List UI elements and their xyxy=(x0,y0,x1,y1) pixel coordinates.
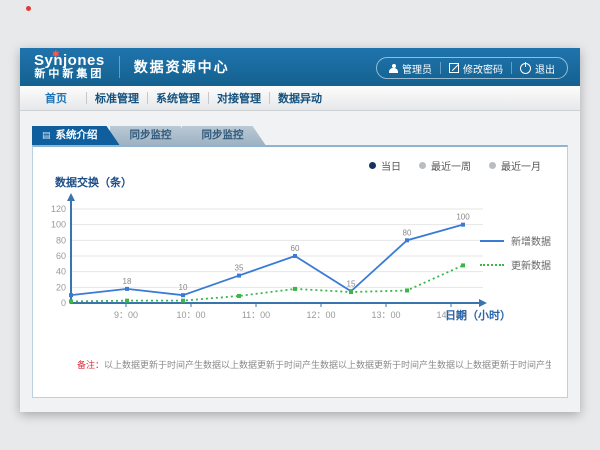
main-nav: 首页 标准管理 系统管理 对接管理 数据异动 xyxy=(20,86,580,111)
edit-icon xyxy=(449,63,459,73)
chart-panel: 当日 最近一周 最近一月 数据交换（条） 0 20 40 60 80 100 120 9：00… xyxy=(32,145,568,398)
svg-text:60: 60 xyxy=(291,244,300,253)
radio-selected-icon xyxy=(369,162,376,169)
dotted-line-icon xyxy=(480,264,504,266)
line-chart: 0 20 40 60 80 100 120 9：00 10：00 11：00 12：00 13：00 1… xyxy=(33,191,513,331)
footnote: 备注：以上数据更新于时间产生数据以上数据更新于时间产生数据以上数据更新于时间产生… xyxy=(77,359,551,371)
chart-legend: 新增数据 更新数据 xyxy=(480,233,551,281)
header-divider xyxy=(119,56,120,78)
user-name: 管理员 xyxy=(402,61,432,76)
filter-label: 最近一周 xyxy=(431,158,471,173)
filter-label: 当日 xyxy=(381,158,401,173)
legend-label: 更新数据 xyxy=(511,257,551,272)
app-header: ✱ Synjones 新中新集团 数据资源中心 管理员 修改密码 xyxy=(20,48,580,86)
svg-text:0: 0 xyxy=(61,298,66,308)
logo[interactable]: ✱ Synjones 新中新集团 xyxy=(30,54,105,80)
logo-star-icon: ✱ xyxy=(52,50,60,59)
svg-text:13：00: 13：00 xyxy=(371,310,400,320)
nav-item-data-change[interactable]: 数据异动 xyxy=(270,90,330,106)
red-dot xyxy=(26,6,31,11)
svg-text:35: 35 xyxy=(235,264,244,273)
tab-bar: ▤ 系统介绍 同步监控 同步监控 xyxy=(32,126,266,145)
svg-text:10: 10 xyxy=(179,283,188,292)
svg-text:15: 15 xyxy=(347,279,356,288)
svg-text:100: 100 xyxy=(51,220,66,230)
legend-item-new-data[interactable]: 新增数据 xyxy=(480,233,551,248)
svg-text:20: 20 xyxy=(56,282,66,292)
svg-text:12：00: 12：00 xyxy=(306,310,335,320)
tab-label: 同步监控 xyxy=(202,129,244,141)
footnote-prefix: 备注： xyxy=(77,360,104,370)
nav-item-interface-mgmt[interactable]: 对接管理 xyxy=(209,90,269,106)
logo-text-cn: 新中新集团 xyxy=(34,68,105,80)
filter-last-month[interactable]: 最近一月 xyxy=(489,158,541,173)
document-icon: ▤ xyxy=(42,126,51,145)
svg-text:18: 18 xyxy=(123,277,132,286)
content-area: ▤ 系统介绍 同步监控 同步监控 当日 最近一周 xyxy=(20,111,580,412)
filter-last-week[interactable]: 最近一周 xyxy=(419,158,471,173)
tab-label: 同步监控 xyxy=(130,129,172,141)
user-icon xyxy=(389,64,398,73)
legend-label: 新增数据 xyxy=(511,233,551,248)
filter-label: 最近一月 xyxy=(501,158,541,173)
svg-text:80: 80 xyxy=(403,228,412,237)
radio-icon xyxy=(419,162,426,169)
user-menu[interactable]: 管理员 xyxy=(381,61,440,76)
change-password-button[interactable]: 修改密码 xyxy=(441,61,511,76)
tab-sync-monitor-2[interactable]: 同步监控 xyxy=(182,126,266,145)
time-range-filter: 当日 最近一周 最近一月 xyxy=(369,158,541,173)
filter-today[interactable]: 当日 xyxy=(369,158,401,173)
logo-text-en: Synjones xyxy=(34,54,105,68)
tab-label: 系统介绍 xyxy=(56,129,98,141)
solid-line-icon xyxy=(480,240,504,242)
page-title: 数据资源中心 xyxy=(134,57,230,77)
app-window: ✱ Synjones 新中新集团 数据资源中心 管理员 修改密码 xyxy=(20,48,580,412)
svg-text:9：00: 9：00 xyxy=(114,310,138,320)
svg-text:11：00: 11：00 xyxy=(242,310,270,320)
nav-item-home[interactable]: 首页 xyxy=(26,90,86,106)
legend-item-updated-data[interactable]: 更新数据 xyxy=(480,257,551,272)
svg-text:60: 60 xyxy=(56,251,66,261)
nav-item-standard-mgmt[interactable]: 标准管理 xyxy=(87,90,147,106)
tab-system-intro[interactable]: ▤ 系统介绍 xyxy=(32,126,120,145)
svg-text:80: 80 xyxy=(56,235,66,245)
svg-text:40: 40 xyxy=(56,267,66,277)
tab-sync-monitor-1[interactable]: 同步监控 xyxy=(110,126,194,145)
logout-button[interactable]: 退出 xyxy=(512,61,563,76)
svg-text:100: 100 xyxy=(456,213,470,222)
svg-text:120: 120 xyxy=(51,204,66,214)
svg-text:日期（小时）: 日期（小时） xyxy=(445,308,511,322)
change-password-label: 修改密码 xyxy=(463,61,503,76)
logout-label: 退出 xyxy=(535,61,555,76)
svg-text:10：00: 10：00 xyxy=(176,310,205,320)
user-toolbar: 管理员 修改密码 退出 xyxy=(376,57,568,79)
power-icon xyxy=(520,63,531,74)
desktop-background: ✱ Synjones 新中新集团 数据资源中心 管理员 修改密码 xyxy=(0,0,600,450)
footnote-text: 以上数据更新于时间产生数据以上数据更新于时间产生数据以上数据更新于时间产生数据以… xyxy=(104,360,551,370)
y-axis-title: 数据交换（条） xyxy=(55,174,132,190)
radio-icon xyxy=(489,162,496,169)
nav-item-system-mgmt[interactable]: 系统管理 xyxy=(148,90,208,106)
